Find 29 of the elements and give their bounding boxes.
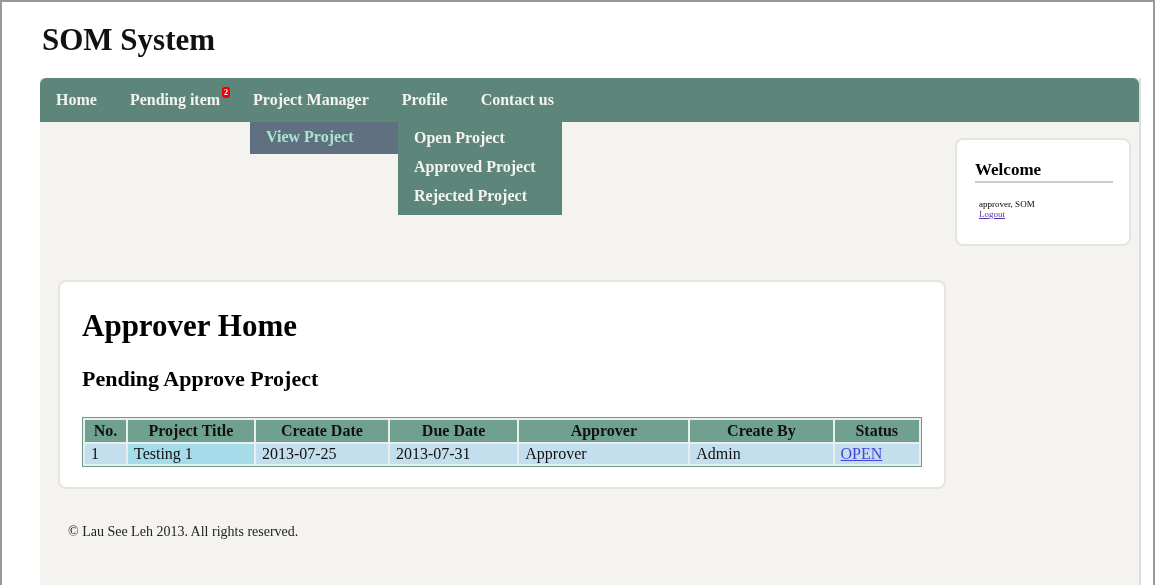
table-cell: Admin — [690, 444, 833, 464]
flyout-item[interactable]: Open Project — [398, 124, 562, 153]
welcome-heading: Welcome — [975, 160, 1113, 183]
column-header: Create Date — [255, 420, 388, 442]
nav-item[interactable]: Profile — [401, 91, 448, 109]
column-header: Approver — [519, 420, 689, 442]
logout-link[interactable]: Logout — [975, 209, 1113, 219]
table-cell: 1 — [85, 444, 126, 464]
table-cell: Testing 1 — [127, 444, 254, 464]
count-badge: 2 — [222, 87, 231, 98]
submenu-item[interactable]: View Project — [250, 122, 398, 154]
table-cell: Approver — [519, 444, 689, 464]
column-header: Project Title — [127, 420, 254, 442]
user-name: approver, SOM — [978, 199, 1036, 209]
nav-item[interactable]: Project Manager — [253, 91, 369, 109]
column-header: Status — [834, 420, 919, 442]
flyout-item[interactable]: Approved Project — [398, 153, 562, 182]
column-header: No. — [85, 420, 126, 442]
column-header: Due Date — [389, 420, 518, 442]
nav-item[interactable]: Contact us — [480, 91, 554, 109]
flyout-item[interactable]: Rejected Project — [398, 182, 562, 211]
table-cell: 2013-07-31 — [389, 444, 518, 464]
footer-text: © Lau See Leh 2013. All rights reserved. — [67, 523, 300, 540]
column-header: Create By — [690, 420, 833, 442]
section-heading: Pending Approve Project — [82, 366, 320, 392]
table-cell: 2013-07-25 — [255, 444, 388, 464]
page-heading: Approver Home — [82, 308, 298, 344]
nav-item[interactable]: Home — [56, 91, 97, 109]
site-title: SOM System — [41, 21, 217, 59]
